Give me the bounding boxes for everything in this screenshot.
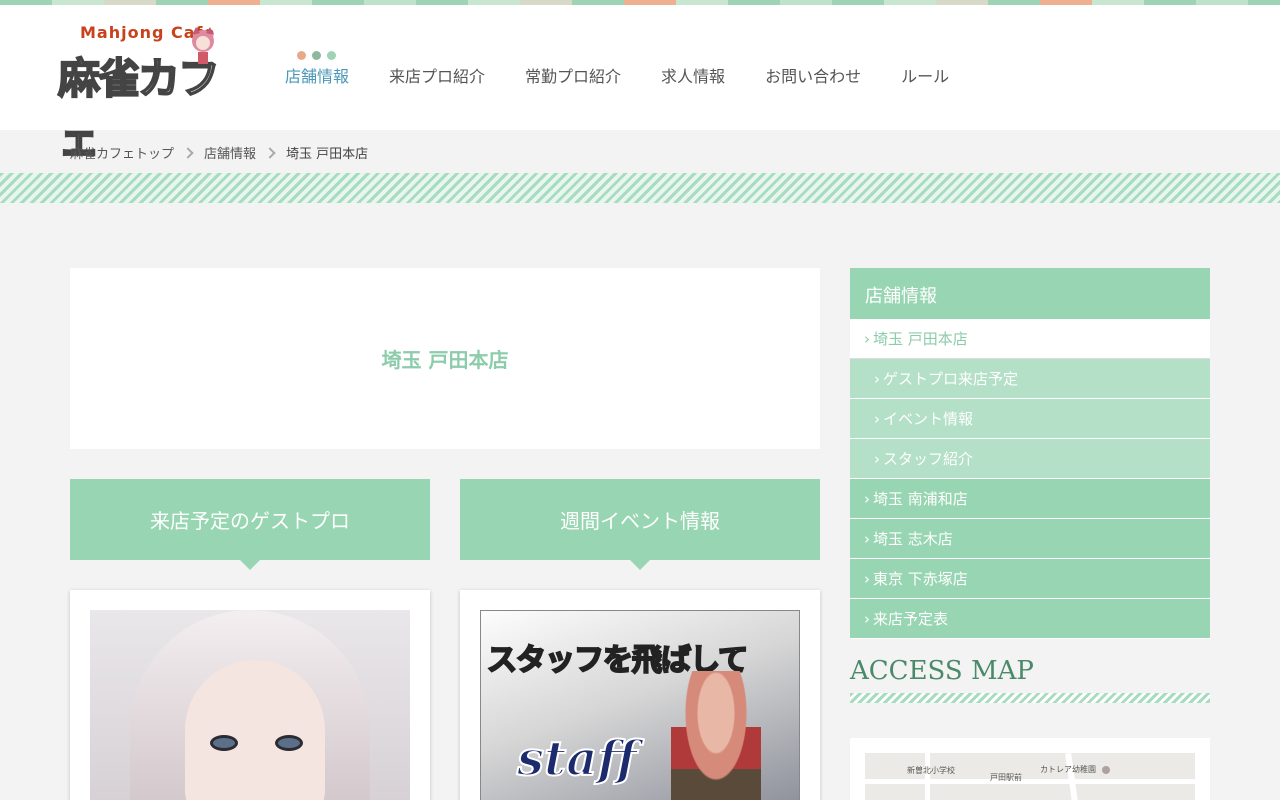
dot-3 bbox=[327, 51, 336, 60]
page-title: 埼玉 戸田本店 bbox=[381, 348, 509, 372]
photo-eye-right bbox=[275, 735, 303, 751]
breadcrumb-store-info[interactable]: 店舗情報 bbox=[204, 143, 256, 162]
sidebar-item-label: 埼玉 戸田本店 bbox=[873, 330, 968, 348]
sidebar-item-label: スタッフ紹介 bbox=[883, 450, 974, 468]
site-logo[interactable]: Mahjong Cafe 麻雀カフェ bbox=[57, 23, 250, 165]
chevron-right-icon: › bbox=[864, 609, 870, 628]
nav-recruitment[interactable]: 求人情報 bbox=[661, 63, 725, 87]
sidebar-item-label: 来店予定表 bbox=[873, 610, 949, 628]
chevron-right-icon: › bbox=[864, 529, 870, 548]
photo-face bbox=[185, 660, 325, 800]
guest-pros-heading: 来店予定のゲストプロ bbox=[70, 479, 430, 570]
nav-resident-pros[interactable]: 常勤プロ紹介 bbox=[525, 63, 621, 87]
nav-rules[interactable]: ルール bbox=[901, 63, 949, 87]
site-header: Mahjong Cafe 麻雀カフェ 店舗情報 来店プロ紹介 常勤プロ紹介 求人… bbox=[0, 5, 1280, 165]
chevron-right-icon: › bbox=[874, 449, 880, 468]
nav-store-info-label: 店舗情報 bbox=[285, 67, 350, 86]
guest-pro-card[interactable] bbox=[70, 590, 430, 800]
logo-mascot-icon bbox=[192, 27, 214, 64]
sidebar-item-minami-urawa[interactable]: › 埼玉 南浦和店 bbox=[850, 479, 1210, 519]
sidebar-item-label: 埼玉 南浦和店 bbox=[873, 490, 968, 508]
sidebar-item-guest-schedule[interactable]: › ゲストプロ来店予定 bbox=[850, 359, 1210, 399]
dot-1 bbox=[297, 51, 306, 60]
event-banner-image[interactable]: スタッフを飛ばして staff bbox=[480, 610, 800, 800]
dot-2 bbox=[312, 51, 321, 60]
breadcrumb: 麻雀カフェトップ 店舗情報 埼玉 戸田本店 bbox=[70, 143, 368, 162]
chevron-right-icon: › bbox=[874, 409, 880, 428]
chevron-right-icon: › bbox=[864, 329, 870, 348]
sidebar-title: 店舗情報 bbox=[850, 268, 1210, 319]
nav-contact[interactable]: お問い合わせ bbox=[765, 63, 861, 87]
photo-eye-left bbox=[210, 735, 238, 751]
nav-visiting-pros[interactable]: 来店プロ紹介 bbox=[389, 63, 485, 87]
sidebar-item-label: 東京 下赤塚店 bbox=[873, 570, 968, 588]
sidebar-item-label: イベント情報 bbox=[883, 410, 974, 428]
sidebar-item-event-info[interactable]: › イベント情報 bbox=[850, 399, 1210, 439]
event-banner-character bbox=[671, 671, 761, 800]
access-map-box: 新曽北小学校 戸田駅前 カトレア幼稚園 bbox=[850, 738, 1210, 800]
breadcrumb-current: 埼玉 戸田本店 bbox=[286, 147, 369, 162]
chevron-right-icon bbox=[264, 146, 276, 159]
map-road bbox=[1065, 753, 1081, 800]
sidebar-item-label: 埼玉 志木店 bbox=[873, 530, 953, 548]
main-navigation: 店舗情報 来店プロ紹介 常勤プロ紹介 求人情報 お問い合わせ ルール bbox=[285, 51, 949, 87]
event-banner-word: staff bbox=[516, 730, 638, 788]
sidebar-item-label: ゲストプロ来店予定 bbox=[883, 370, 1019, 388]
sidebar-item-toda-honten[interactable]: › 埼玉 戸田本店 bbox=[850, 319, 1210, 359]
access-map-hatch-rule bbox=[850, 693, 1210, 703]
nav-active-dots bbox=[297, 51, 336, 60]
breadcrumb-home[interactable]: 麻雀カフェトップ bbox=[70, 143, 174, 162]
page-title-box: 埼玉 戸田本店 bbox=[70, 268, 820, 449]
guest-pro-photo[interactable] bbox=[90, 610, 410, 800]
sidebar: 店舗情報 › 埼玉 戸田本店 › ゲストプロ来店予定 › イベント情報 › スタ… bbox=[850, 268, 1210, 639]
sidebar-item-staff[interactable]: › スタッフ紹介 bbox=[850, 439, 1210, 479]
chevron-right-icon: › bbox=[864, 569, 870, 588]
event-card[interactable]: スタッフを飛ばして staff bbox=[460, 590, 820, 800]
map-road bbox=[865, 779, 1195, 784]
access-map[interactable]: 新曽北小学校 戸田駅前 カトレア幼稚園 bbox=[865, 753, 1195, 800]
weekly-events-heading: 週間イベント情報 bbox=[460, 479, 820, 570]
chevron-right-icon: › bbox=[874, 369, 880, 388]
sidebar-item-shimo-akatsuka[interactable]: › 東京 下赤塚店 bbox=[850, 559, 1210, 599]
chevron-right-icon bbox=[182, 146, 194, 159]
map-label: 新曽北小学校 bbox=[907, 766, 955, 775]
sidebar-item-visit-schedule[interactable]: › 来店予定表 bbox=[850, 599, 1210, 639]
map-road bbox=[925, 753, 930, 800]
sidebar-item-shiki[interactable]: › 埼玉 志木店 bbox=[850, 519, 1210, 559]
access-map-title: ACCESS MAP bbox=[850, 656, 1034, 686]
decorative-hatch-band bbox=[0, 173, 1280, 203]
map-marker-icon bbox=[1102, 766, 1110, 774]
chevron-right-icon: › bbox=[864, 489, 870, 508]
nav-store-info[interactable]: 店舗情報 bbox=[285, 51, 350, 87]
map-label: カトレア幼稚園 bbox=[1040, 765, 1096, 774]
map-label: 戸田駅前 bbox=[990, 773, 1022, 782]
